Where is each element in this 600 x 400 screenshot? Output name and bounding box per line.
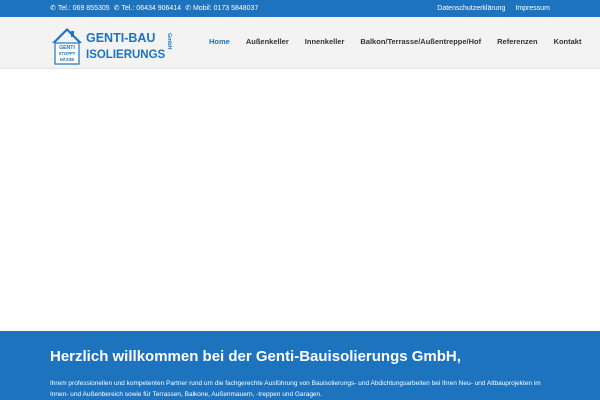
contact-phone-1[interactable]: ✆ Tel.: 069 855305 bbox=[50, 5, 110, 12]
hero-area bbox=[0, 70, 600, 331]
phone-icon: ✆ bbox=[185, 5, 191, 12]
nav-item-balkon[interactable]: Balkon/Terrasse/Außentreppe/Hof bbox=[360, 37, 481, 46]
top-links: Datenschutzerklärung Impressum bbox=[437, 5, 550, 12]
company-logo[interactable]: GENTI STOPPT NÄSSE GENTI-BAU ISOLIERUNGS… bbox=[50, 25, 174, 65]
logo-line-2: ISOLIERUNGS bbox=[86, 49, 166, 61]
logo-house-emblem: GENTI STOPPT NÄSSE bbox=[52, 28, 82, 65]
welcome-section: Herzlich willkommen bei der Genti-Bauiso… bbox=[0, 331, 600, 400]
logo-badge-line: STOPPT bbox=[59, 51, 76, 56]
contact-label: Tel.: 069 855305 bbox=[57, 5, 110, 12]
contact-mobile[interactable]: ✆ Mobil: 0173 5848037 bbox=[185, 5, 258, 12]
phone-icon: ✆ bbox=[50, 5, 56, 12]
welcome-title: Herzlich willkommen bei der Genti-Bauiso… bbox=[50, 348, 461, 365]
site-header: GENTI STOPPT NÄSSE GENTI-BAU ISOLIERUNGS… bbox=[0, 17, 600, 69]
logo-badge-line: NÄSSE bbox=[60, 57, 75, 62]
contact-list: ✆ Tel.: 069 855305 ✆ Tel.: 06434 906414 … bbox=[50, 5, 258, 12]
welcome-text: Ihrem professionellen und kompetenten Pa… bbox=[50, 380, 541, 398]
phone-icon: ✆ bbox=[113, 5, 120, 12]
contact-phone-2[interactable]: ✆ Tel.: 06434 906414 bbox=[114, 5, 181, 12]
main-nav: Home Außenkeller Innenkeller Balkon/Terr… bbox=[209, 37, 581, 46]
logo-suffix: GmbH bbox=[166, 33, 172, 50]
contact-label: Mobil: 0173 5848037 bbox=[192, 5, 259, 12]
imprint-link[interactable]: Impressum bbox=[515, 5, 550, 12]
nav-item-home[interactable]: Home bbox=[209, 37, 230, 46]
contact-label: Tel.: 06434 906414 bbox=[121, 5, 182, 12]
top-bar: ✆ Tel.: 069 855305 ✆ Tel.: 06434 906414 … bbox=[0, 0, 600, 17]
nav-item-kontakt[interactable]: Kontakt bbox=[554, 37, 582, 46]
nav-item-innenkeller[interactable]: Innenkeller bbox=[305, 37, 345, 46]
privacy-link[interactable]: Datenschutzerklärung bbox=[437, 5, 505, 12]
nav-item-aussenkeller[interactable]: Außenkeller bbox=[246, 37, 289, 46]
logo-line-1: GENTI-BAU bbox=[86, 31, 155, 45]
nav-item-referenzen[interactable]: Referenzen bbox=[497, 37, 537, 46]
